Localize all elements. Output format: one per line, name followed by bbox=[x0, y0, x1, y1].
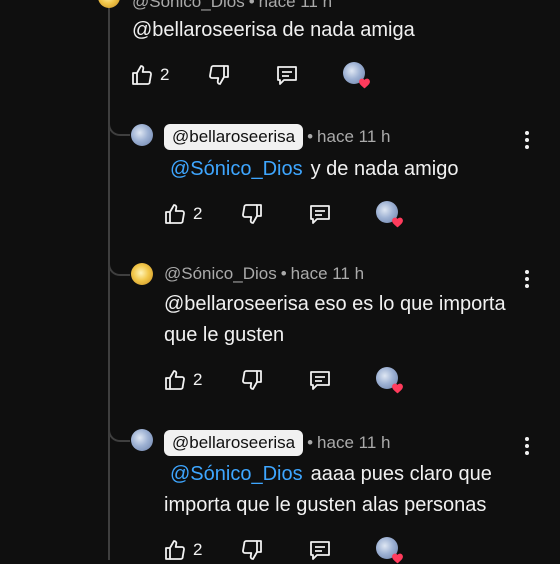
thread-line bbox=[108, 0, 110, 560]
more-button[interactable] bbox=[524, 437, 530, 455]
reply-button[interactable] bbox=[308, 201, 332, 227]
thumbs-down-icon bbox=[242, 540, 263, 560]
thread-elbow bbox=[108, 120, 130, 136]
comment-author[interactable]: @bellaroseerisa bbox=[164, 124, 304, 150]
separator-dot: • bbox=[307, 127, 314, 146]
avatar[interactable] bbox=[131, 124, 153, 146]
reply-button[interactable] bbox=[275, 62, 299, 88]
comment-author[interactable]: @bellaroseerisa bbox=[164, 430, 304, 456]
like-count: 2 bbox=[160, 65, 170, 84]
comment-actions: 2 bbox=[163, 367, 404, 394]
like-count: 2 bbox=[193, 204, 203, 223]
comment-text: @Sónico_Dios y de nada amigo bbox=[164, 154, 524, 185]
dislike-button[interactable] bbox=[240, 537, 264, 563]
comment-actions: 2 bbox=[130, 62, 371, 89]
like-button[interactable]: 2 bbox=[130, 62, 169, 88]
thumbs-up-icon bbox=[165, 204, 185, 224]
comment-meta: @Sónico_Dios • hace 11 h bbox=[164, 264, 364, 284]
reply-icon bbox=[310, 371, 331, 390]
thumbs-down-icon bbox=[242, 204, 263, 224]
dislike-button[interactable] bbox=[240, 367, 264, 393]
comment-body: y de nada amigo bbox=[310, 158, 459, 180]
like-button[interactable]: 2 bbox=[163, 201, 202, 227]
thumbs-down-icon bbox=[209, 65, 230, 85]
comment-time[interactable]: hace 11 h bbox=[317, 433, 390, 453]
thumbs-up-icon bbox=[132, 65, 152, 85]
creator-heart bbox=[376, 367, 404, 394]
avatar[interactable] bbox=[131, 263, 153, 285]
comment-text: @Sónico_Dios aaaa pues claro que importa … bbox=[164, 459, 514, 521]
comment-body: @bellaroseerisa eso es lo que importa qu… bbox=[164, 293, 506, 346]
separator-dot: • bbox=[280, 264, 287, 283]
thumbs-up-icon bbox=[165, 370, 185, 390]
separator-dot: • bbox=[307, 433, 314, 452]
dislike-button[interactable] bbox=[240, 201, 264, 227]
comment-text: @bellaroseerisa eso es lo que importa qu… bbox=[164, 289, 534, 351]
separator-dot: • bbox=[248, 0, 255, 11]
reply-icon bbox=[310, 541, 331, 560]
thread-elbow bbox=[108, 260, 130, 276]
thumbs-down-icon bbox=[242, 370, 263, 390]
like-count: 2 bbox=[193, 370, 203, 389]
reply-icon bbox=[310, 205, 331, 224]
comment-text: @bellaroseerisa de nada amiga bbox=[132, 15, 512, 46]
like-button[interactable]: 2 bbox=[163, 367, 202, 393]
creator-heart-icon bbox=[392, 217, 404, 228]
creator-heart bbox=[376, 201, 404, 228]
comment-body: @bellaroseerisa de nada amiga bbox=[132, 19, 415, 41]
creator-heart-icon bbox=[392, 383, 404, 394]
more-button[interactable] bbox=[524, 131, 530, 149]
reply-icon bbox=[277, 66, 298, 85]
thumbs-up-icon bbox=[165, 540, 185, 560]
comment-time[interactable]: hace 11 h bbox=[259, 0, 332, 12]
creator-heart-icon bbox=[359, 78, 371, 89]
comment-actions: 2 bbox=[163, 537, 404, 564]
thread-elbow bbox=[108, 426, 130, 442]
like-button[interactable]: 2 bbox=[163, 537, 202, 563]
comment-author[interactable]: @Sónico_Dios bbox=[164, 264, 277, 284]
dislike-button[interactable] bbox=[207, 62, 231, 88]
creator-heart-icon bbox=[392, 553, 404, 564]
reply-button[interactable] bbox=[308, 537, 332, 563]
avatar[interactable] bbox=[98, 0, 120, 8]
creator-heart bbox=[376, 537, 404, 564]
mention-link[interactable]: @Sónico_Dios bbox=[170, 158, 303, 180]
creator-heart bbox=[343, 62, 371, 89]
comment-author[interactable]: @Sónico_Dios bbox=[132, 0, 245, 12]
comment-actions: 2 bbox=[163, 201, 404, 228]
comment-meta: @bellaroseerisa • hace 11 h bbox=[164, 430, 390, 456]
more-button[interactable] bbox=[524, 270, 530, 288]
like-count: 2 bbox=[193, 540, 203, 559]
reply-button[interactable] bbox=[308, 367, 332, 393]
comment-time[interactable]: hace 11 h bbox=[291, 264, 364, 284]
comment-meta: @bellaroseerisa • hace 11 h bbox=[164, 124, 390, 150]
comment-time[interactable]: hace 11 h bbox=[317, 127, 390, 147]
mention-link[interactable]: @Sónico_Dios bbox=[170, 463, 303, 485]
comment-meta: @Sónico_Dios • hace 11 h bbox=[132, 0, 332, 12]
avatar[interactable] bbox=[131, 429, 153, 451]
